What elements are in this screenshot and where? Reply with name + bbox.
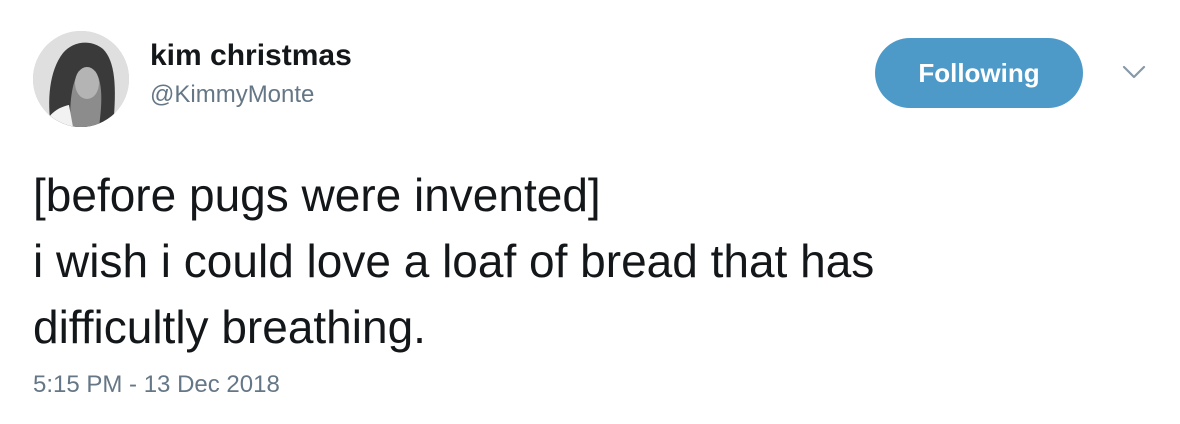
tweet-text-line: i wish i could love a loaf of bread that… bbox=[33, 235, 875, 287]
tweet-text: [before pugs were invented] i wish i cou… bbox=[33, 162, 1143, 360]
avatar[interactable] bbox=[33, 31, 129, 127]
avatar-photo bbox=[33, 31, 129, 127]
tweet-card: kim christmas @KimmyMonte Following [bef… bbox=[0, 0, 1180, 424]
tweet-text-line: [before pugs were invented] bbox=[33, 169, 601, 221]
chevron-down-icon[interactable] bbox=[1118, 60, 1150, 84]
tweet-timestamp[interactable]: 5:15 PM - 13 Dec 2018 bbox=[33, 368, 280, 402]
user-handle[interactable]: @KimmyMonte bbox=[150, 78, 314, 112]
tweet-text-line: difficultly breathing. bbox=[33, 301, 426, 353]
following-button[interactable]: Following bbox=[875, 38, 1083, 108]
display-name[interactable]: kim christmas bbox=[150, 36, 352, 76]
